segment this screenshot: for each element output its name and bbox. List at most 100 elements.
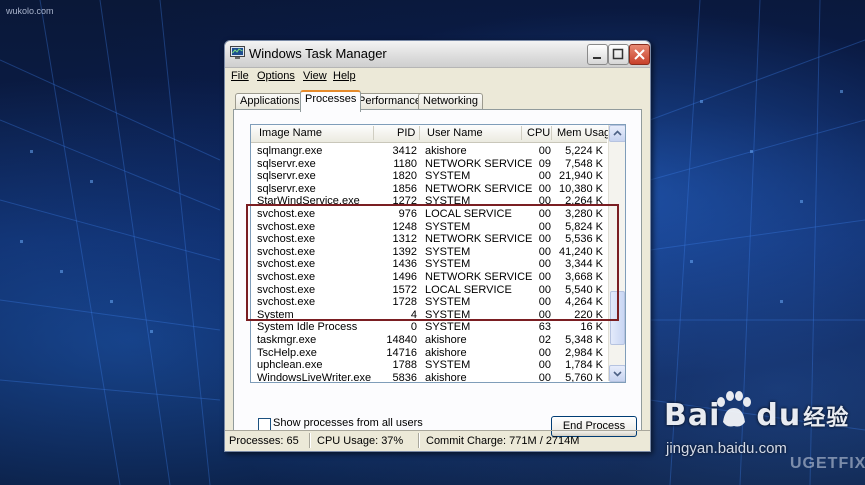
cell-cpu: 00 xyxy=(538,195,551,208)
cell-image-name: taskmgr.exe xyxy=(257,334,317,346)
column-separator[interactable] xyxy=(521,126,522,140)
scroll-down-button[interactable] xyxy=(609,365,625,382)
table-row[interactable]: svchost.exe 1436 SYSTEM 00 3,344 K xyxy=(251,258,607,271)
show-all-users-label[interactable]: Show processes from all users xyxy=(273,417,423,429)
cell-user-name: SYSTEM xyxy=(425,321,471,334)
cell-mem-usage: 220 K xyxy=(574,308,603,321)
table-row[interactable]: svchost.exe 1392 SYSTEM 00 41,240 K xyxy=(251,246,607,259)
cell-image-name: sqlservr.exe xyxy=(257,182,316,195)
table-row[interactable]: svchost.exe 1572 LOCAL SERVICE 00 5,540 K xyxy=(251,284,607,297)
tab-processes[interactable]: Processes xyxy=(300,90,362,112)
cell-image-name: svchost.exe xyxy=(257,258,316,271)
cell-pid: 1820 xyxy=(392,170,417,183)
cell-cpu: 00 xyxy=(538,233,551,246)
list-header: Image Name PID User Name CPU Mem Usage xyxy=(251,125,616,143)
column-pid[interactable]: PID xyxy=(397,127,415,139)
baidu-url-watermark: jingyan.baidu.com xyxy=(666,440,787,457)
menu-help[interactable]: Help xyxy=(333,70,356,82)
cell-user-name: SYSTEM xyxy=(425,296,471,309)
status-separator xyxy=(418,433,420,448)
cell-pid: 1248 xyxy=(392,220,417,233)
cell-cpu: 00 xyxy=(538,145,551,157)
status-separator xyxy=(309,433,311,448)
cell-image-name: svchost.exe xyxy=(257,271,316,283)
tab-networking[interactable]: Networking xyxy=(418,93,484,110)
cell-image-name: sqlservr.exe xyxy=(257,170,316,183)
cell-mem-usage: 3,668 K xyxy=(565,271,603,283)
cell-image-name: sqlservr.exe xyxy=(257,157,316,170)
column-cpu[interactable]: CPU xyxy=(527,127,550,139)
cell-user-name: SYSTEM xyxy=(425,308,471,321)
table-row[interactable]: sqlservr.exe 1820 SYSTEM 00 21,940 K xyxy=(251,170,607,183)
cell-mem-usage: 16 K xyxy=(580,321,603,334)
cell-user-name: SYSTEM xyxy=(425,195,471,208)
table-row[interactable]: svchost.exe 976 LOCAL SERVICE 00 3,280 K xyxy=(251,208,607,221)
cell-cpu: 00 xyxy=(538,346,551,359)
table-row[interactable]: TscHelp.exe 14716 akishore 00 2,984 K xyxy=(251,347,607,360)
table-row[interactable]: StarWindService.exe 1272 SYSTEM 00 2,264 K xyxy=(251,195,607,208)
cell-cpu: 02 xyxy=(538,334,551,346)
title-bar[interactable]: Windows Task Manager xyxy=(225,41,650,68)
table-row[interactable]: sqlmangr.exe 3412 akishore 00 5,224 K xyxy=(251,145,607,158)
maximize-button[interactable] xyxy=(608,44,629,65)
table-row[interactable]: taskmgr.exe 14840 akishore 02 5,348 K xyxy=(251,334,607,347)
cell-image-name: uphclean.exe xyxy=(257,359,323,372)
cell-cpu: 00 xyxy=(538,308,551,321)
cell-cpu: 00 xyxy=(538,359,551,372)
column-user-name[interactable]: User Name xyxy=(427,127,483,139)
table-row[interactable]: sqlservr.exe 1180 NETWORK SERVICE 09 7,548 K xyxy=(251,158,607,171)
cell-user-name: SYSTEM xyxy=(425,258,471,271)
table-row[interactable]: svchost.exe 1248 SYSTEM 00 5,824 K xyxy=(251,221,607,234)
tab-performance[interactable]: Performance xyxy=(353,93,426,110)
cell-cpu: 00 xyxy=(538,220,551,233)
cell-pid: 3412 xyxy=(392,145,417,157)
window-title: Windows Task Manager xyxy=(249,46,387,61)
cell-mem-usage: 10,380 K xyxy=(558,182,603,195)
column-separator[interactable] xyxy=(419,126,420,140)
chevron-up-icon xyxy=(613,130,622,136)
maximize-icon xyxy=(612,48,624,60)
table-row[interactable]: sqlservr.exe 1856 NETWORK SERVICE 00 10,380 … xyxy=(251,183,607,196)
cell-pid: 14716 xyxy=(386,346,417,359)
minimize-button[interactable] xyxy=(587,44,608,65)
cell-pid: 4 xyxy=(410,308,417,321)
menu-view[interactable]: View xyxy=(303,70,327,82)
baidu-paw-icon xyxy=(717,391,751,427)
table-row[interactable]: svchost.exe 1496 NETWORK SERVICE 00 3,668 K xyxy=(251,271,607,284)
ugetfix-watermark: UGETFIX xyxy=(790,455,865,472)
cell-mem-usage: 3,280 K xyxy=(565,208,603,220)
table-row[interactable]: uphclean.exe 1788 SYSTEM 00 1,784 K xyxy=(251,359,607,372)
corner-watermark: wukolo.com xyxy=(6,6,54,16)
process-list[interactable]: Image Name PID User Name CPU Mem Usage s… xyxy=(250,124,626,383)
cell-pid: 1572 xyxy=(392,283,417,296)
column-separator[interactable] xyxy=(373,126,374,140)
cell-pid: 1496 xyxy=(392,271,417,283)
scroll-up-button[interactable] xyxy=(609,125,625,142)
cell-mem-usage: 1,784 K xyxy=(565,359,603,372)
tab-applications[interactable]: Applications xyxy=(235,93,305,110)
table-row[interactable]: WindowsLiveWriter.exe 5836 akishore 00 5,760… xyxy=(251,372,607,382)
cell-mem-usage: 5,536 K xyxy=(565,233,603,246)
table-row[interactable]: System Idle Process 0 SYSTEM 63 16 K xyxy=(251,321,607,334)
table-row[interactable]: System 4 SYSTEM 00 220 K xyxy=(251,309,607,322)
cell-user-name: akishore xyxy=(425,334,467,346)
cell-image-name: svchost.exe xyxy=(257,208,316,220)
cell-user-name: NETWORK SERVICE xyxy=(425,157,533,170)
cell-user-name: NETWORK SERVICE xyxy=(425,182,533,195)
table-row[interactable]: svchost.exe 1312 NETWORK SERVICE 00 5,536 K xyxy=(251,233,607,246)
cell-image-name: svchost.exe xyxy=(257,245,316,258)
vertical-scrollbar[interactable] xyxy=(608,125,625,382)
cell-cpu: 09 xyxy=(538,157,551,170)
close-button[interactable] xyxy=(629,44,650,65)
cell-image-name: svchost.exe xyxy=(257,233,316,246)
column-image-name[interactable]: Image Name xyxy=(259,127,322,139)
column-separator[interactable] xyxy=(551,126,552,140)
scroll-thumb[interactable] xyxy=(610,291,625,345)
menu-file[interactable]: File xyxy=(231,70,249,82)
cell-user-name: LOCAL SERVICE xyxy=(425,208,512,220)
table-row[interactable]: svchost.exe 1728 SYSTEM 00 4,264 K xyxy=(251,296,607,309)
menu-bar: File Options View Help xyxy=(225,68,650,86)
cell-user-name: SYSTEM xyxy=(425,170,471,183)
cell-pid: 14840 xyxy=(386,334,417,346)
menu-options[interactable]: Options xyxy=(257,70,295,82)
